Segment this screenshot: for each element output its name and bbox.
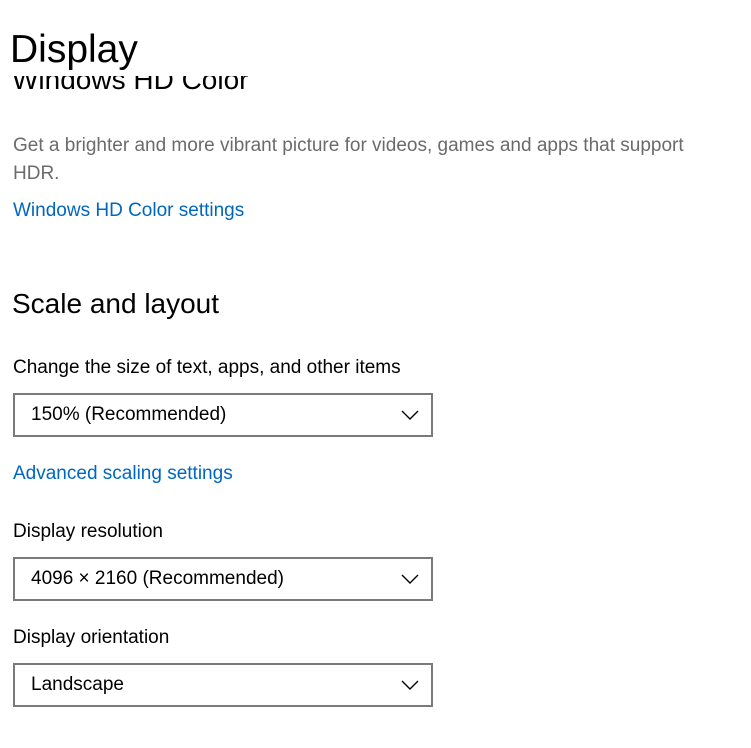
resolution-label: Display resolution [13,521,163,542]
resolution-dropdown[interactable]: 4096 × 2160 (Recommended) [13,557,433,601]
scale-dropdown-value: 150% (Recommended) [31,404,227,425]
hdr-section-heading: Windows HD Color [12,76,249,95]
settings-page: Display Windows HD Color Get a brighter … [0,0,751,748]
scale-dropdown[interactable]: 150% (Recommended) [13,393,433,437]
chevron-down-icon [401,574,419,584]
orientation-dropdown[interactable]: Landscape [13,663,433,707]
chevron-down-icon [401,410,419,420]
scale-size-label: Change the size of text, apps, and other… [13,357,401,378]
hdr-description: Get a brighter and more vibrant picture … [13,135,684,184]
orientation-dropdown-value: Landscape [31,674,124,695]
resolution-dropdown-value: 4096 × 2160 (Recommended) [31,568,284,589]
orientation-label: Display orientation [13,627,170,648]
hd-color-settings-link[interactable]: Windows HD Color settings [13,198,244,224]
page-title: Display [10,24,158,76]
chevron-down-icon [401,680,419,690]
settings-scroll-area[interactable]: Windows HD Color Get a brighter and more… [0,76,751,748]
scale-layout-heading: Scale and layout [12,288,220,319]
advanced-scaling-link[interactable]: Advanced scaling settings [13,461,233,487]
